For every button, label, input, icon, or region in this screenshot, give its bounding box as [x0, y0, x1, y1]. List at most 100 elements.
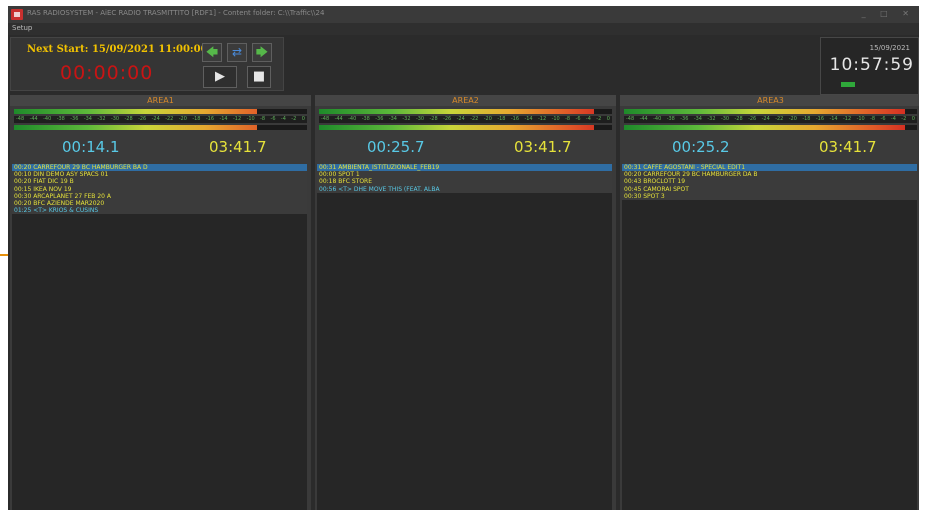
vu-scale-tick: -14 — [524, 116, 533, 122]
playlist-item[interactable]: 00:18 BFC STORE — [317, 178, 612, 186]
elapsed-time: 00:14.1 — [62, 138, 120, 156]
vu-scale-tick: -18 — [192, 116, 201, 122]
play-button[interactable]: ▶ — [203, 66, 237, 88]
playlist-item[interactable]: 00:20 CARREFOUR 29 BC HAMBURGER BA D — [12, 164, 307, 172]
previous-button[interactable]: 🡄 — [202, 43, 222, 62]
window-title: RAS RADIOSYSTEM - AiEC RADIO TRASMITTITO… — [27, 9, 325, 17]
playlist-item[interactable]: 00:10 DIN DEMO ASY SPACS 01 — [12, 171, 307, 179]
playlist-item[interactable]: 00:31 CAFFE AGOSTANI - SPECIAL EDIT1 — [622, 164, 917, 172]
playlist[interactable]: 00:31 CAFFE AGOSTANI - SPECIAL EDIT1 00:2… — [622, 164, 917, 510]
total-time: 03:41.7 — [209, 138, 267, 156]
vu-scale: -48 -44 -40 -38 -36 -34 -32 -30 -28 -26 -24 -22 -20-… — [319, 116, 612, 123]
next-button[interactable]: 🡆 — [252, 43, 272, 62]
vu-scale-tick: -14 — [829, 116, 838, 122]
vu-scale-tick: -16 — [510, 116, 520, 122]
vu-scale-tick: -44 — [29, 116, 38, 122]
playlist-item[interactable]: 00:30 ARCAPLANET 27 FEB 20 A — [12, 192, 307, 200]
vu-scale-tick: -32 — [97, 116, 106, 122]
vu-scale-tick: -44 — [334, 116, 343, 122]
vu-scale-tick: -40 — [348, 116, 357, 122]
vu-scale-tick: -22 — [470, 116, 479, 122]
vu-scale-tick: -18 — [802, 116, 811, 122]
playlist-item[interactable]: 00:56 <T> DHE MOVE THIS (FEAT. ALBA — [317, 185, 612, 193]
vu-scale-tick: -10 — [246, 116, 255, 122]
vu-scale-tick: -16 — [815, 116, 825, 122]
clock-panel: 15/09/2021 10:57:59 — [820, 37, 919, 95]
stop-button[interactable]: ■ — [247, 66, 271, 88]
playlist[interactable]: 00:20 CARREFOUR 29 BC HAMBURGER BA D 00:1… — [12, 164, 307, 510]
vu-scale-tick: -2 — [901, 116, 907, 122]
vu-scale-tick: -26 — [748, 116, 757, 122]
playlist-item[interactable]: 01:25 <T> KRIOS & CUSINS — [12, 207, 307, 215]
window-controls[interactable]: _ □ ✕ — [862, 9, 915, 18]
playlist-item[interactable]: 00:30 SPOT 3 — [622, 192, 917, 200]
next-start-label: Next Start: 15/09/2021 11:00:00 — [27, 44, 208, 55]
vu-scale-tick: -4 — [890, 116, 896, 122]
vu-scale: -48 -44 -40 -38 -36 -34 -32 -30 -28 -26 -24 -22 -20-… — [624, 116, 917, 123]
vu-scale-tick: -20 — [483, 116, 492, 122]
vu-scale-tick: -28 — [429, 116, 438, 122]
vu-scale-tick: -16 — [205, 116, 215, 122]
page-edge-accent — [0, 254, 8, 256]
vu-scale-tick: -44 — [639, 116, 648, 122]
playlist-item[interactable]: 00:45 CAMORAI SPOT — [622, 185, 917, 193]
vu-scale-tick: -6 — [575, 116, 581, 122]
vu-scale-tick: -18 — [497, 116, 506, 122]
playlist-item[interactable]: 00:20 FIAT DIC 19 B — [12, 178, 307, 186]
menu-bar: Setup — [8, 23, 919, 35]
vu-scale-tick: -36 — [70, 116, 79, 122]
vu-scale-tick: -40 — [43, 116, 52, 122]
total-time: 03:41.7 — [819, 138, 877, 156]
menu-setup[interactable]: Setup — [12, 24, 32, 32]
playlist-item[interactable]: 00:31 AMBIENTA_ISTITUZIONALE_FEB19 — [317, 164, 612, 172]
vu-scale-tick: -2 — [596, 116, 602, 122]
vu-scale-tick: -24 — [456, 116, 465, 122]
vu-scale-tick: -30 — [720, 116, 730, 122]
playback-control-panel: Next Start: 15/09/2021 11:00:00 00:00:00… — [10, 37, 284, 91]
playlist-item[interactable]: 00:00 SPOT 1 — [317, 171, 612, 179]
sync-icon: ⇄ — [231, 45, 243, 59]
vu-scale-tick: -14 — [219, 116, 228, 122]
area-column-1: AREA1 -48 -44 -40 -38 -36 -34 -32 -30 -28 -26 -24 -2… — [10, 95, 311, 510]
vu-scale-tick: -38 — [56, 116, 65, 122]
play-icon: ▶ — [215, 69, 225, 84]
vu-scale-tick: -40 — [653, 116, 662, 122]
playlist-item[interactable]: 00:43 BROCLOTT 19 — [622, 178, 917, 186]
vu-scale-tick: -6 — [880, 116, 886, 122]
vu-scale-tick: -8 — [260, 116, 266, 122]
vu-meter-bar — [14, 109, 307, 114]
vu-scale-tick: -30 — [110, 116, 120, 122]
vu-scale-tick: -12 — [233, 116, 242, 122]
sync-button[interactable]: ⇄ — [227, 43, 247, 62]
playlist[interactable]: 00:31 AMBIENTA_ISTITUZIONALE_FEB19 00:00 … — [317, 164, 612, 510]
vu-scale-tick: -10 — [551, 116, 560, 122]
clock-date: 15/09/2021 — [869, 44, 910, 52]
vu-scale-tick: 0 — [606, 116, 610, 122]
vu-scale-tick: -8 — [870, 116, 876, 122]
area-column-3: AREA3 -48 -44 -40 -38 -36 -34 -32 -30 -28 -26 -24 -2… — [620, 95, 919, 510]
vu-scale-tick: -8 — [565, 116, 571, 122]
stop-icon: ■ — [252, 69, 266, 84]
vu-scale-tick: -12 — [538, 116, 547, 122]
playlist-item[interactable]: 00:20 CARREFOUR 29 BC HAMBURGER DA B — [622, 171, 917, 179]
vu-scale-tick: 0 — [911, 116, 915, 122]
clock-time: 10:57:59 — [829, 55, 914, 75]
vu-scale-tick: -38 — [666, 116, 675, 122]
status-indicator — [841, 82, 855, 87]
playlist-item[interactable]: 00:15 IKEA NOV 19 — [12, 185, 307, 193]
vu-scale-tick: -4 — [280, 116, 286, 122]
vu-scale-tick: -12 — [843, 116, 852, 122]
vu-scale-tick: -10 — [856, 116, 865, 122]
vu-scale-tick: -28 — [124, 116, 133, 122]
vu-scale-tick: -30 — [415, 116, 425, 122]
vu-meter-bar — [624, 109, 917, 114]
elapsed-time: 00:25.7 — [367, 138, 425, 156]
playlist-item[interactable]: 00:20 BFC AZIENDE MAR2020 — [12, 199, 307, 208]
arrow-right-icon: 🡆 — [255, 45, 269, 59]
vu-scale-tick: -22 — [165, 116, 174, 122]
vu-scale-tick: -22 — [775, 116, 784, 122]
area-header: AREA1 — [10, 95, 311, 106]
vu-scale-tick: -4 — [585, 116, 591, 122]
vu-scale-tick: -32 — [402, 116, 411, 122]
title-bar: RAS RADIOSYSTEM - AiEC RADIO TRASMITTITO… — [8, 6, 919, 23]
